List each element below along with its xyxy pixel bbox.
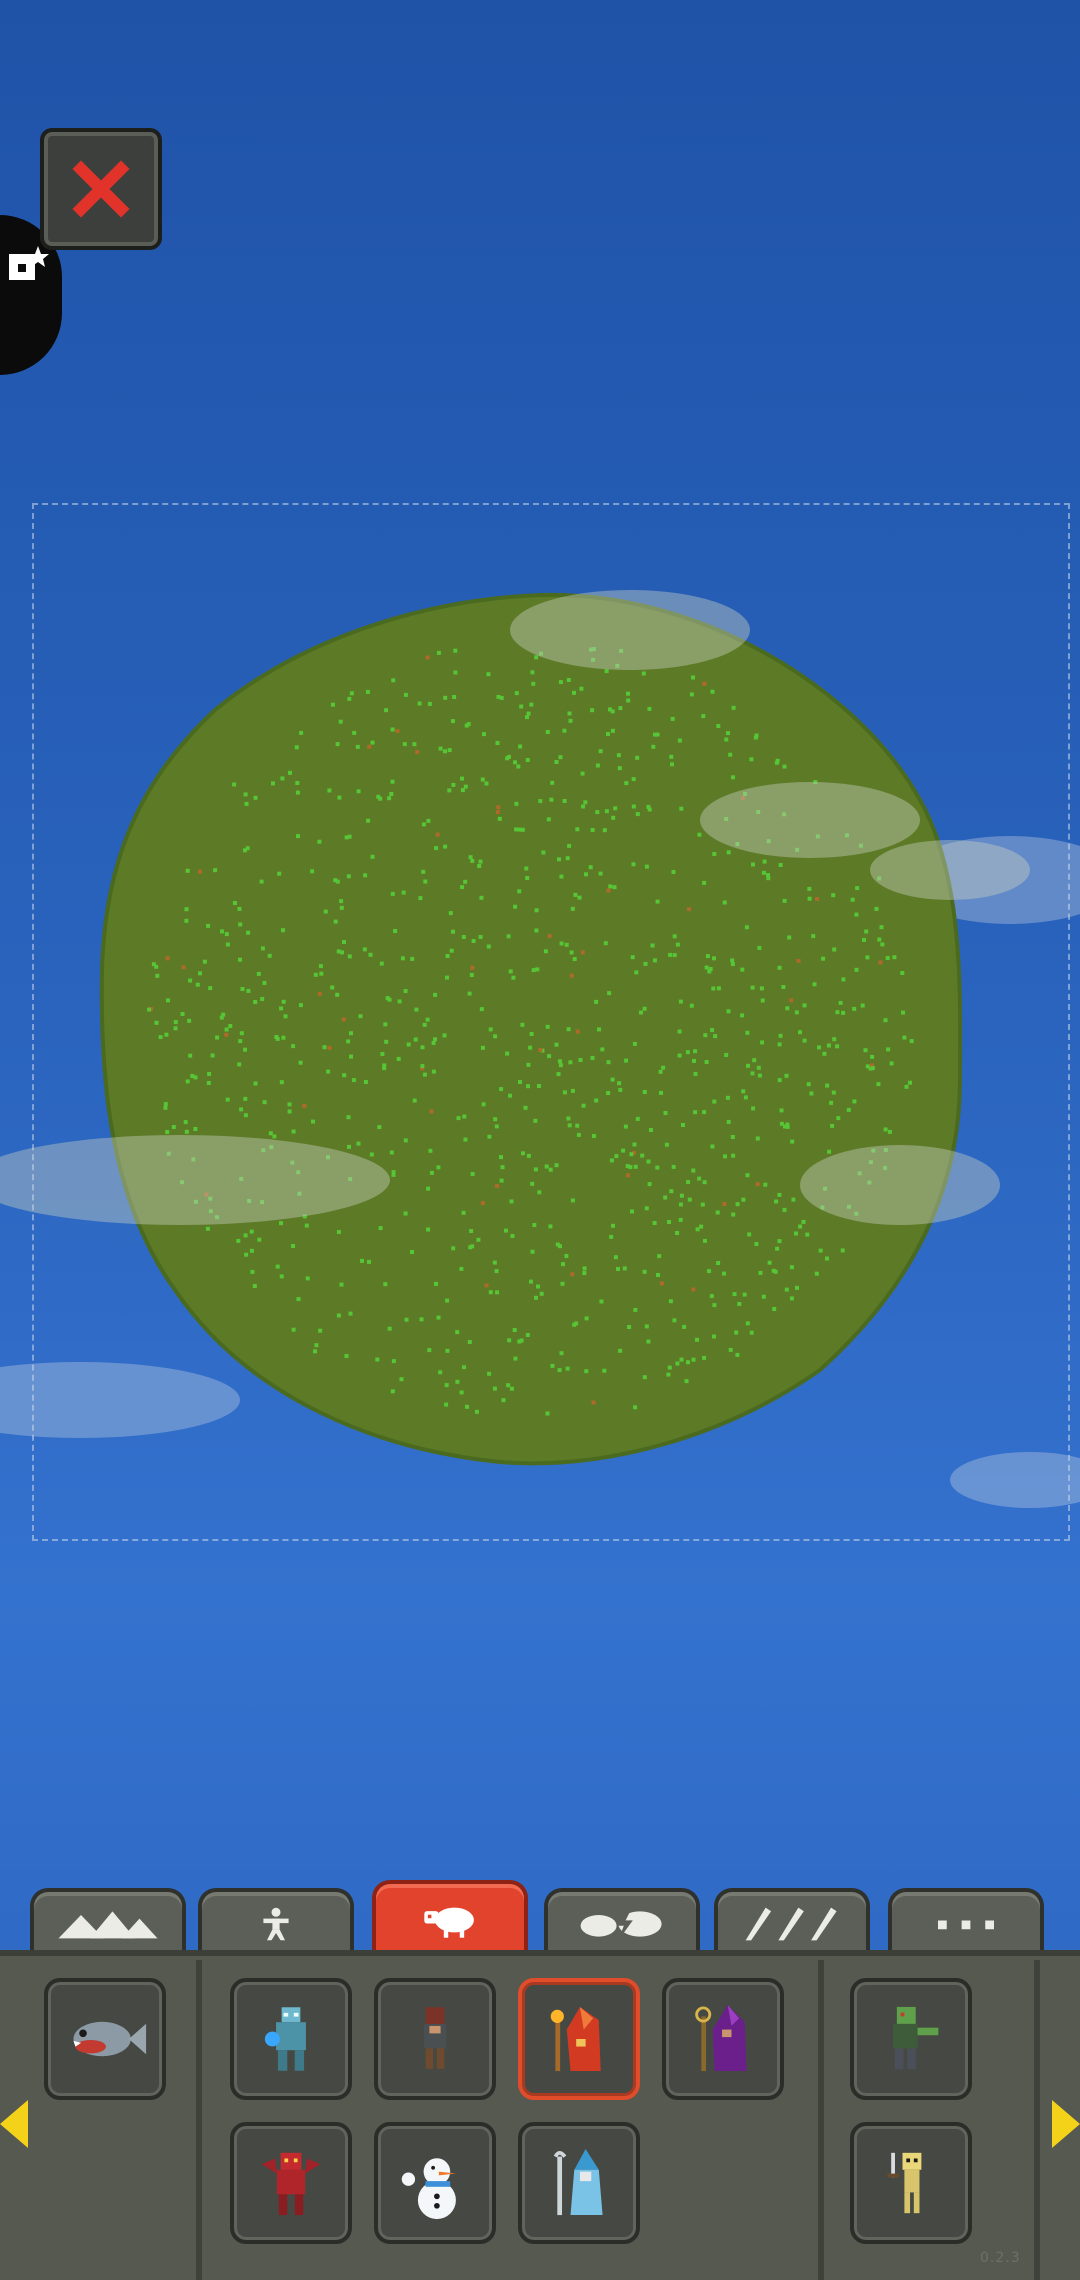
tab-civilizations[interactable] [198,1888,354,1956]
tab-creatures[interactable] [372,1880,528,1956]
mountains-icon [58,1911,158,1939]
panel-divider [818,1960,824,2280]
demon-icon [261,2152,321,2216]
puzzle-star-icon[interactable] [6,244,50,288]
version-label: 0.2.3 [980,2250,1021,2266]
white-mage-icon [553,2149,603,2216]
power-slot-ice-golem[interactable] [230,1978,352,2100]
skeleton-icon [887,2152,922,2214]
power-slot-evil-mage[interactable] [662,1978,784,2100]
scroll-right-arrow-icon[interactable] [1052,2100,1080,2148]
tab-terrain[interactable] [30,1888,186,1956]
power-slot-zombie[interactable] [850,1978,972,2100]
power-slot-bandit[interactable] [374,1978,496,2100]
piranha-icon [73,2021,147,2057]
scroll-left-arrow-icon[interactable] [0,2100,28,2148]
power-slot-piranha[interactable] [44,1978,166,2100]
tools-icon [745,1907,837,1941]
tab-tools[interactable] [714,1888,870,1956]
power-slot-snowman[interactable] [374,2122,496,2244]
tab-nature[interactable] [544,1888,700,1956]
power-slot-skeleton[interactable] [850,2122,972,2244]
bandit-icon [423,2007,447,2069]
more-dots-icon [938,1920,994,1930]
power-slot-demon[interactable] [230,2122,352,2244]
power-slot-white-mage[interactable] [518,2122,640,2244]
snowman-icon [401,2158,456,2220]
panel-divider [196,1960,202,2280]
power-slot-fire-mage[interactable] [518,1978,640,2100]
creature-sheep-icon [424,1907,474,1938]
human-figure-icon [263,1907,289,1941]
selection-frame [32,503,1070,1541]
ice-golem-icon [264,2007,306,2071]
zombie-icon [893,2006,939,2070]
close-button[interactable] [40,128,162,250]
category-tabs [0,1880,1080,1958]
close-icon [72,160,130,218]
tab-more[interactable] [888,1888,1044,1956]
evil-mage-icon [695,2005,747,2072]
panel-divider [1034,1960,1040,2280]
nature-clouds-icon [580,1909,662,1941]
fire-mage-icon [550,2006,601,2072]
